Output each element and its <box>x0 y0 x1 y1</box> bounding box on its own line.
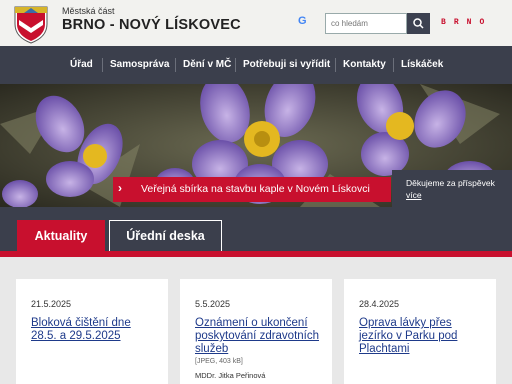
news-date: 28.4.2025 <box>359 299 400 309</box>
brno-letter-n: N <box>466 18 472 27</box>
nav-item-potrebuji-si-vyridit[interactable]: Potřebuji si vyřídit <box>243 59 330 70</box>
tab-uredni-deska[interactable]: Úřední deska <box>109 220 222 251</box>
site-header: Městská část BRNO - NOVÝ LÍSKOVEC G B R … <box>0 0 512 46</box>
hero-note-box: Děkujeme za příspěvek více <box>392 170 512 207</box>
news-card[interactable]: 28.4.2025 Oprava lávky přes jezírko v Pa… <box>344 279 496 384</box>
nav-divider <box>393 58 394 72</box>
brand-subtitle: Městská část <box>62 6 115 16</box>
brno-letter-r: R <box>453 18 459 27</box>
google-icon: G <box>298 15 307 27</box>
nav-divider <box>102 58 103 72</box>
news-date: 21.5.2025 <box>31 299 72 309</box>
brno-letter-o: O <box>479 18 485 27</box>
news-attachment-meta: [JPEG, 403 kB] <box>195 358 243 365</box>
news-title-link[interactable]: Bloková čištění dne 28.5. a 29.5.2025 <box>31 317 159 343</box>
nav-item-kontakty[interactable]: Kontakty <box>343 59 386 70</box>
nav-item-liskacek[interactable]: Lískáček <box>401 59 443 70</box>
news-author: MDDr. Jitka Peřinová <box>195 371 266 380</box>
brno-city-logo[interactable]: B R N O <box>441 18 484 27</box>
chevron-right-icon: › <box>118 181 122 195</box>
hero-note-link[interactable]: více <box>406 190 422 200</box>
brno-letter-b: B <box>441 18 446 27</box>
hero-headline-link[interactable]: Veřejná sbírka na stavbu kaple v Novém L… <box>113 177 391 202</box>
news-title-link[interactable]: Oznámení o ukončení poskytování zdravotn… <box>195 317 323 356</box>
search-icon <box>413 18 424 29</box>
nav-item-deni-v-mc[interactable]: Dění v MČ <box>183 59 231 70</box>
main-nav: Úřad Samospráva Dění v MČ Potřebuji si v… <box>0 46 512 84</box>
brand-title[interactable]: BRNO - NOVÝ LÍSKOVEC <box>62 17 241 33</box>
news-card[interactable]: 21.5.2025 Bloková čištění dne 28.5. a 29… <box>16 279 168 384</box>
nav-item-urad[interactable]: Úřad <box>70 59 93 70</box>
news-card[interactable]: 5.5.2025 Oznámení o ukončení poskytování… <box>180 279 332 384</box>
news-title-link[interactable]: Oprava lávky přes jezírko v Parku pod Pl… <box>359 317 487 356</box>
nav-divider <box>235 58 236 72</box>
nav-divider <box>335 58 336 72</box>
hero-note-text: Děkujeme za příspěvek <box>406 178 495 188</box>
nav-divider <box>175 58 176 72</box>
nav-item-samosprava[interactable]: Samospráva <box>110 59 169 70</box>
search-input[interactable] <box>325 13 407 34</box>
hero-headline-text: Veřejná sbírka na stavbu kaple v Novém L… <box>141 183 370 195</box>
coat-of-arms-logo[interactable] <box>11 4 51 44</box>
news-date: 5.5.2025 <box>195 299 231 309</box>
search-button[interactable] <box>407 13 430 34</box>
tab-aktuality[interactable]: Aktuality <box>17 220 105 253</box>
